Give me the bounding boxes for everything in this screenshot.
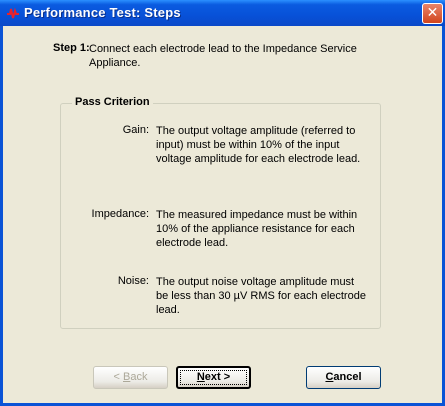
criterion-text-noise: The output noise voltage amplitude must … — [156, 276, 366, 316]
window-title: Performance Test: Steps — [24, 5, 181, 20]
app-logo-icon — [7, 7, 19, 19]
pass-criterion-title: Pass Criterion — [72, 96, 153, 108]
step-label: Step 1: — [53, 42, 90, 54]
focus-rect — [180, 370, 247, 385]
criterion-text-gain: The output voltage amplitude (referred t… — [156, 125, 361, 165]
back-button-prefix: < — [113, 371, 123, 383]
back-button[interactable]: < Back — [93, 366, 168, 389]
cancel-button-label: ancel — [333, 371, 362, 383]
step-instruction: Connect each electrode lead to the Imped… — [89, 43, 357, 69]
criterion-label-noise: Noise: — [117, 275, 149, 287]
cancel-button[interactable]: Cancel — [306, 366, 381, 389]
criterion-text-impedance: The measured impedance must be within 10… — [156, 209, 358, 249]
close-button[interactable]: ✕ — [422, 3, 443, 24]
back-button-label: ack — [130, 371, 148, 383]
title-bar[interactable]: Performance Test: Steps ✕ — [0, 0, 445, 26]
next-button[interactable]: Next > — [176, 366, 251, 389]
criterion-label-impedance: Impedance: — [91, 208, 149, 220]
criterion-label-gain: Gain: — [122, 124, 149, 136]
